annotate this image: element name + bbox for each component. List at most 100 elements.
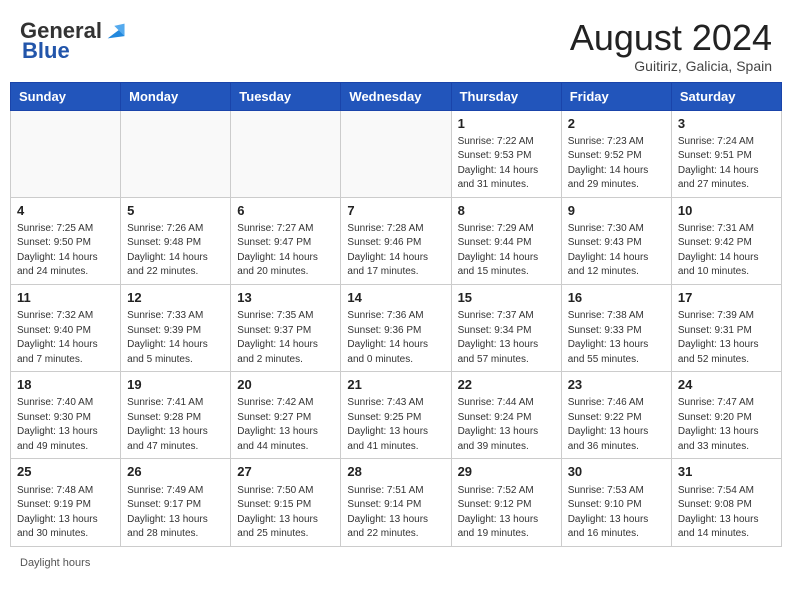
day-info: Sunrise: 7:32 AM Sunset: 9:40 PM Dayligh… xyxy=(17,309,114,367)
header: General Blue August 2024 Guitiriz, Galic… xyxy=(10,10,782,80)
day-cell: 16 Sunrise: 7:38 AM Sunset: 9:33 PM Dayli… xyxy=(561,284,671,371)
logo-blue: Blue xyxy=(22,38,70,64)
day-number: 3 xyxy=(678,115,775,133)
day-number: 15 xyxy=(458,289,555,307)
day-number: 7 xyxy=(347,202,444,220)
day-number: 19 xyxy=(127,376,224,394)
day-number: 1 xyxy=(458,115,555,133)
calendar-table: SundayMondayTuesdayWednesdayThursdayFrid… xyxy=(10,82,782,547)
day-number: 5 xyxy=(127,202,224,220)
day-info: Sunrise: 7:25 AM Sunset: 9:50 PM Dayligh… xyxy=(17,222,114,280)
day-info: Sunrise: 7:22 AM Sunset: 9:53 PM Dayligh… xyxy=(458,135,555,193)
day-cell: 18 Sunrise: 7:40 AM Sunset: 9:30 PM Dayli… xyxy=(11,372,121,459)
col-header-thursday: Thursday xyxy=(451,82,561,110)
day-cell: 22 Sunrise: 7:44 AM Sunset: 9:24 PM Dayli… xyxy=(451,372,561,459)
col-header-tuesday: Tuesday xyxy=(231,82,341,110)
day-info: Sunrise: 7:47 AM Sunset: 9:20 PM Dayligh… xyxy=(678,396,775,454)
day-number: 6 xyxy=(237,202,334,220)
day-number: 21 xyxy=(347,376,444,394)
day-info: Sunrise: 7:37 AM Sunset: 9:34 PM Dayligh… xyxy=(458,309,555,367)
col-header-sunday: Sunday xyxy=(11,82,121,110)
day-cell xyxy=(11,110,121,197)
day-cell: 13 Sunrise: 7:35 AM Sunset: 9:37 PM Dayli… xyxy=(231,284,341,371)
day-info: Sunrise: 7:30 AM Sunset: 9:43 PM Dayligh… xyxy=(568,222,665,280)
day-number: 22 xyxy=(458,376,555,394)
day-info: Sunrise: 7:51 AM Sunset: 9:14 PM Dayligh… xyxy=(347,484,444,542)
day-cell: 21 Sunrise: 7:43 AM Sunset: 9:25 PM Dayli… xyxy=(341,372,451,459)
day-info: Sunrise: 7:36 AM Sunset: 9:36 PM Dayligh… xyxy=(347,309,444,367)
day-info: Sunrise: 7:42 AM Sunset: 9:27 PM Dayligh… xyxy=(237,396,334,454)
day-cell: 10 Sunrise: 7:31 AM Sunset: 9:42 PM Dayli… xyxy=(671,197,781,284)
day-number: 26 xyxy=(127,463,224,481)
day-number: 13 xyxy=(237,289,334,307)
day-cell xyxy=(121,110,231,197)
day-cell: 2Sunrise: 7:23 AM Sunset: 9:52 PM Daylig… xyxy=(561,110,671,197)
day-number: 18 xyxy=(17,376,114,394)
day-cell: 8Sunrise: 7:29 AM Sunset: 9:44 PM Daylig… xyxy=(451,197,561,284)
day-info: Sunrise: 7:38 AM Sunset: 9:33 PM Dayligh… xyxy=(568,309,665,367)
day-cell: 1 Sunrise: 7:22 AM Sunset: 9:53 PM Daylig… xyxy=(451,110,561,197)
day-info: Sunrise: 7:44 AM Sunset: 9:24 PM Dayligh… xyxy=(458,396,555,454)
day-info: Sunrise: 7:41 AM Sunset: 9:28 PM Dayligh… xyxy=(127,396,224,454)
day-cell: 14 Sunrise: 7:36 AM Sunset: 9:36 PM Dayli… xyxy=(341,284,451,371)
day-cell: 19 Sunrise: 7:41 AM Sunset: 9:28 PM Dayli… xyxy=(121,372,231,459)
day-number: 24 xyxy=(678,376,775,394)
day-cell: 26 Sunrise: 7:49 AM Sunset: 9:17 PM Dayli… xyxy=(121,459,231,546)
day-info: Sunrise: 7:39 AM Sunset: 9:31 PM Dayligh… xyxy=(678,309,775,367)
week-row-2: 4 Sunrise: 7:25 AM Sunset: 9:50 PM Daylig… xyxy=(11,197,782,284)
day-info: Sunrise: 7:49 AM Sunset: 9:17 PM Dayligh… xyxy=(127,484,224,542)
day-cell: 20Sunrise: 7:42 AM Sunset: 9:27 PM Dayli… xyxy=(231,372,341,459)
day-cell: 30Sunrise: 7:53 AM Sunset: 9:10 PM Dayli… xyxy=(561,459,671,546)
day-info: Sunrise: 7:24 AM Sunset: 9:51 PM Dayligh… xyxy=(678,135,775,193)
day-number: 4 xyxy=(17,202,114,220)
day-number: 28 xyxy=(347,463,444,481)
title-area: August 2024 Guitiriz, Galicia, Spain xyxy=(570,18,772,74)
day-number: 14 xyxy=(347,289,444,307)
day-cell xyxy=(231,110,341,197)
col-header-friday: Friday xyxy=(561,82,671,110)
logo-icon xyxy=(104,20,126,42)
day-cell: 11 Sunrise: 7:32 AM Sunset: 9:40 PM Dayli… xyxy=(11,284,121,371)
day-number: 16 xyxy=(568,289,665,307)
day-cell: 24 Sunrise: 7:47 AM Sunset: 9:20 PM Dayli… xyxy=(671,372,781,459)
day-info: Sunrise: 7:46 AM Sunset: 9:22 PM Dayligh… xyxy=(568,396,665,454)
day-number: 29 xyxy=(458,463,555,481)
day-cell: 12Sunrise: 7:33 AM Sunset: 9:39 PM Dayli… xyxy=(121,284,231,371)
day-cell: 4 Sunrise: 7:25 AM Sunset: 9:50 PM Daylig… xyxy=(11,197,121,284)
day-cell: 28 Sunrise: 7:51 AM Sunset: 9:14 PM Dayli… xyxy=(341,459,451,546)
day-number: 27 xyxy=(237,463,334,481)
day-info: Sunrise: 7:50 AM Sunset: 9:15 PM Dayligh… xyxy=(237,484,334,542)
day-info: Sunrise: 7:52 AM Sunset: 9:12 PM Dayligh… xyxy=(458,484,555,542)
calendar-header-row: SundayMondayTuesdayWednesdayThursdayFrid… xyxy=(11,82,782,110)
logo: General Blue xyxy=(20,18,126,64)
day-number: 8 xyxy=(458,202,555,220)
day-cell: 3 Sunrise: 7:24 AM Sunset: 9:51 PM Daylig… xyxy=(671,110,781,197)
day-number: 9 xyxy=(568,202,665,220)
col-header-monday: Monday xyxy=(121,82,231,110)
day-info: Sunrise: 7:40 AM Sunset: 9:30 PM Dayligh… xyxy=(17,396,114,454)
day-cell: 9 Sunrise: 7:30 AM Sunset: 9:43 PM Daylig… xyxy=(561,197,671,284)
day-cell: 27 Sunrise: 7:50 AM Sunset: 9:15 PM Dayli… xyxy=(231,459,341,546)
day-cell: 31Sunrise: 7:54 AM Sunset: 9:08 PM Dayli… xyxy=(671,459,781,546)
day-cell: 23Sunrise: 7:46 AM Sunset: 9:22 PM Dayli… xyxy=(561,372,671,459)
day-number: 10 xyxy=(678,202,775,220)
day-info: Sunrise: 7:28 AM Sunset: 9:46 PM Dayligh… xyxy=(347,222,444,280)
day-number: 11 xyxy=(17,289,114,307)
day-number: 17 xyxy=(678,289,775,307)
day-number: 31 xyxy=(678,463,775,481)
week-row-5: 25Sunrise: 7:48 AM Sunset: 9:19 PM Dayli… xyxy=(11,459,782,546)
day-info: Sunrise: 7:35 AM Sunset: 9:37 PM Dayligh… xyxy=(237,309,334,367)
day-cell: 6Sunrise: 7:27 AM Sunset: 9:47 PM Daylig… xyxy=(231,197,341,284)
week-row-1: 1 Sunrise: 7:22 AM Sunset: 9:53 PM Daylig… xyxy=(11,110,782,197)
day-info: Sunrise: 7:31 AM Sunset: 9:42 PM Dayligh… xyxy=(678,222,775,280)
day-cell: 5Sunrise: 7:26 AM Sunset: 9:48 PM Daylig… xyxy=(121,197,231,284)
day-cell: 25Sunrise: 7:48 AM Sunset: 9:19 PM Dayli… xyxy=(11,459,121,546)
day-cell: 17 Sunrise: 7:39 AM Sunset: 9:31 PM Dayli… xyxy=(671,284,781,371)
week-row-3: 11 Sunrise: 7:32 AM Sunset: 9:40 PM Dayli… xyxy=(11,284,782,371)
location: Guitiriz, Galicia, Spain xyxy=(570,58,772,74)
day-info: Sunrise: 7:43 AM Sunset: 9:25 PM Dayligh… xyxy=(347,396,444,454)
day-number: 25 xyxy=(17,463,114,481)
day-cell xyxy=(341,110,451,197)
day-cell: 7 Sunrise: 7:28 AM Sunset: 9:46 PM Daylig… xyxy=(341,197,451,284)
day-info: Sunrise: 7:33 AM Sunset: 9:39 PM Dayligh… xyxy=(127,309,224,367)
